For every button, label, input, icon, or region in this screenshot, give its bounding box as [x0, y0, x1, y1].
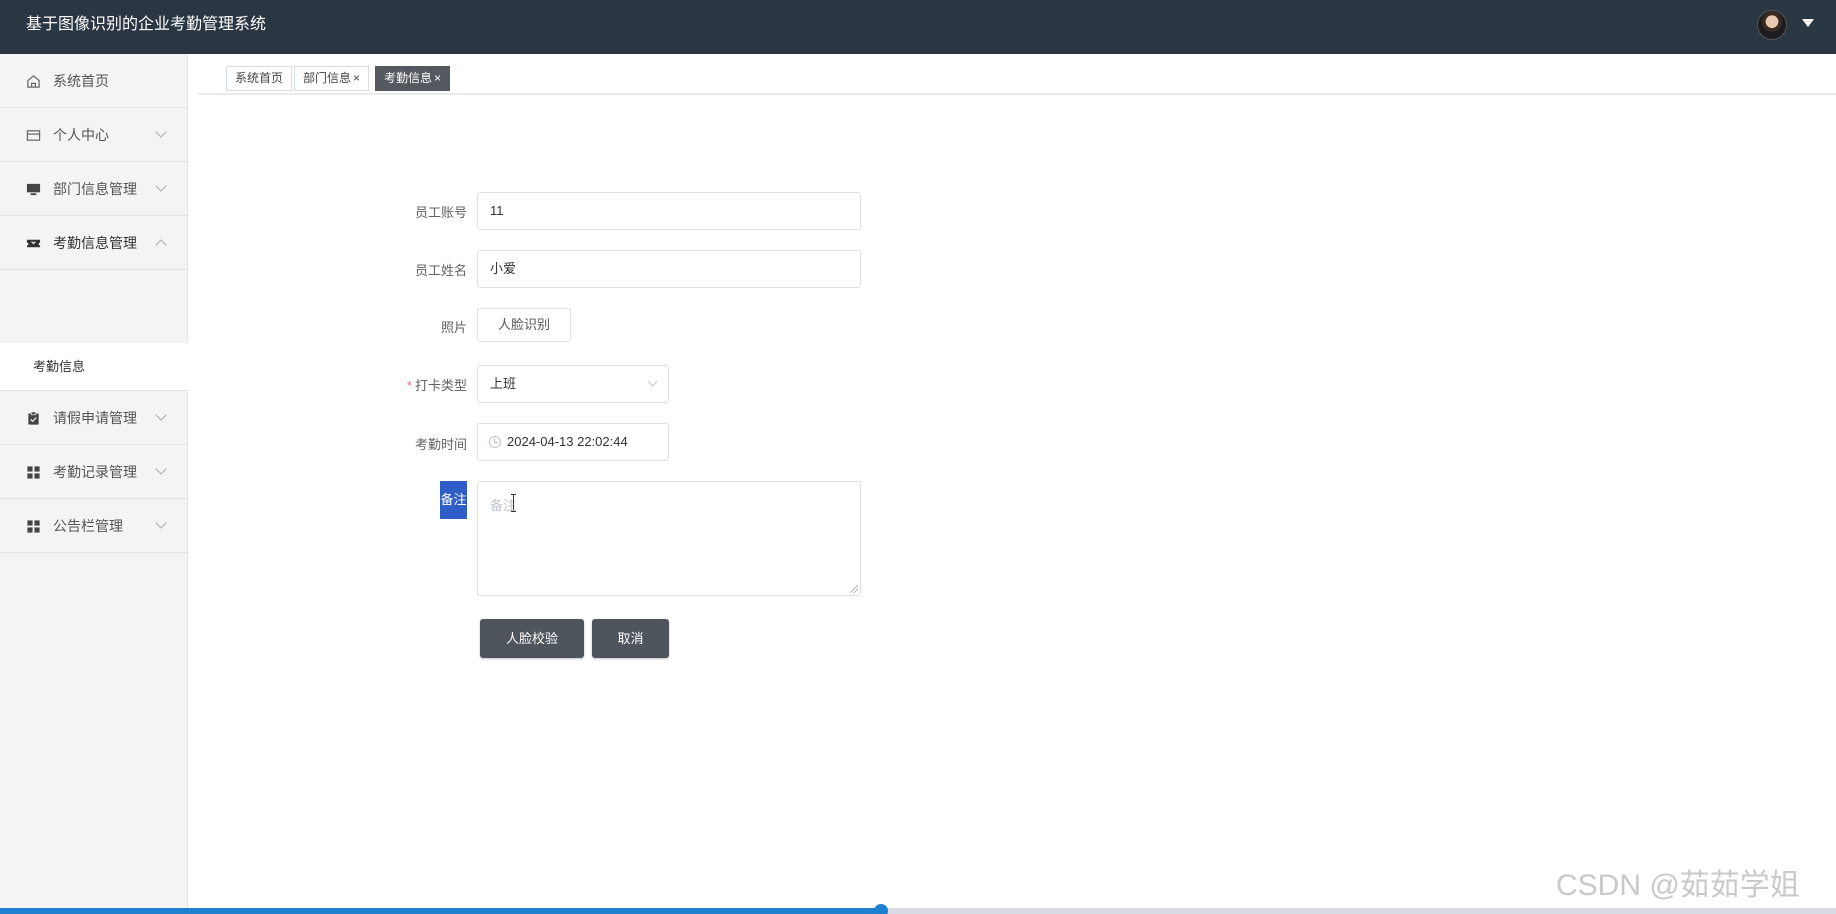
- chevron-down-icon: [647, 376, 658, 387]
- name-label: 员工姓名: [414, 263, 467, 278]
- name-input[interactable]: 小爱: [477, 250, 861, 288]
- clock-icon: [489, 436, 501, 448]
- chevron-up-icon: [155, 239, 167, 251]
- sidebar-item-label: 请假申请管理: [53, 409, 137, 426]
- sidebar-item-attendance-records[interactable]: 考勤记录管理: [0, 445, 188, 499]
- cancel-button[interactable]: 取消: [592, 619, 669, 658]
- remark-label: 备注: [440, 481, 467, 519]
- resize-handle-icon[interactable]: [850, 585, 858, 593]
- account-input[interactable]: 11: [477, 192, 861, 230]
- account-label: 员工账号: [414, 205, 467, 220]
- chevron-down-icon: [155, 180, 167, 192]
- tab-label: 部门信息: [303, 71, 352, 85]
- text-cursor-icon: [510, 494, 516, 512]
- time-picker[interactable]: 2024-04-13 22:02:44: [477, 423, 669, 461]
- punch-type-label: * 打卡类型: [347, 375, 467, 394]
- close-icon[interactable]: ×: [353, 71, 360, 85]
- chevron-down-icon: [155, 126, 167, 138]
- tab-label: 考勤信息: [384, 71, 433, 85]
- sidebar-item-label: 个人中心: [53, 126, 109, 143]
- sidebar: 系统首页 个人中心 部门信息管理 考勤信息管理 考勤信息 请假申请管理 考勤记录…: [0, 54, 188, 914]
- monitor-icon: [26, 183, 41, 196]
- grid-icon: [27, 466, 40, 479]
- sidebar-item-attendance-info[interactable]: 考勤信息管理: [0, 216, 188, 270]
- face-recognition-button[interactable]: 人脸识别: [477, 308, 571, 342]
- sidebar-item-label: 考勤记录管理: [53, 463, 137, 480]
- sidebar-item-leave[interactable]: 请假申请管理: [0, 391, 188, 445]
- face-verify-button[interactable]: 人脸校验: [480, 619, 584, 658]
- clipboard-icon: [28, 411, 39, 425]
- tab-department-info[interactable]: 部门信息 ×: [294, 66, 370, 91]
- chevron-down-icon: [155, 409, 167, 421]
- user-avatar[interactable]: [1757, 10, 1787, 40]
- sidebar-item-bulletin[interactable]: 公告栏管理: [0, 499, 188, 553]
- close-icon[interactable]: ×: [434, 71, 441, 85]
- video-progress-bar[interactable]: [0, 904, 1836, 914]
- app-title: 基于图像识别的企业考勤管理系统: [26, 16, 267, 33]
- sidebar-item-home[interactable]: 系统首页: [0, 54, 188, 108]
- sidebar-item-label: 考勤信息管理: [53, 234, 137, 251]
- grid-icon: [27, 520, 40, 533]
- sidebar-subitem-attendance[interactable]: 考勤信息: [0, 343, 188, 391]
- sidebar-item-personal-center[interactable]: 个人中心: [0, 108, 188, 162]
- time-label: 考勤时间: [414, 437, 467, 452]
- chevron-down-icon[interactable]: [1802, 19, 1814, 27]
- watermark: CSDN @茹茹学姐: [1556, 869, 1800, 902]
- top-header: 基于图像识别的企业考勤管理系统: [0, 0, 1836, 54]
- sidebar-item-label: 系统首页: [53, 72, 109, 89]
- punch-type-label-text: 打卡类型: [414, 378, 467, 393]
- home-icon: [27, 75, 40, 88]
- progress-fill: [0, 908, 882, 914]
- punch-type-value: 上班: [490, 376, 517, 391]
- sidebar-item-department[interactable]: 部门信息管理: [0, 162, 188, 216]
- tab-attendance-info[interactable]: 考勤信息 ×: [375, 66, 451, 91]
- photo-label: 照片: [440, 320, 467, 335]
- remark-textarea[interactable]: 备注: [477, 481, 861, 596]
- sidebar-subitem-label: 考勤信息: [33, 359, 86, 374]
- chevron-down-icon: [155, 517, 167, 529]
- tab-label: 系统首页: [235, 71, 284, 85]
- card-icon: [26, 130, 41, 141]
- required-mark: *: [406, 378, 412, 393]
- sidebar-item-label: 公告栏管理: [53, 517, 123, 534]
- tab-home[interactable]: 系统首页: [226, 66, 293, 91]
- sidebar-item-label: 部门信息管理: [53, 180, 137, 197]
- chevron-down-icon: [155, 463, 167, 475]
- progress-handle[interactable]: [874, 904, 889, 914]
- ticket-icon: [26, 239, 41, 248]
- punch-type-select[interactable]: 上班: [477, 365, 669, 403]
- tabs-bar: 系统首页 部门信息 × 考勤信息 ×: [198, 54, 1836, 95]
- time-value: 2024-04-13 22:02:44: [507, 434, 628, 449]
